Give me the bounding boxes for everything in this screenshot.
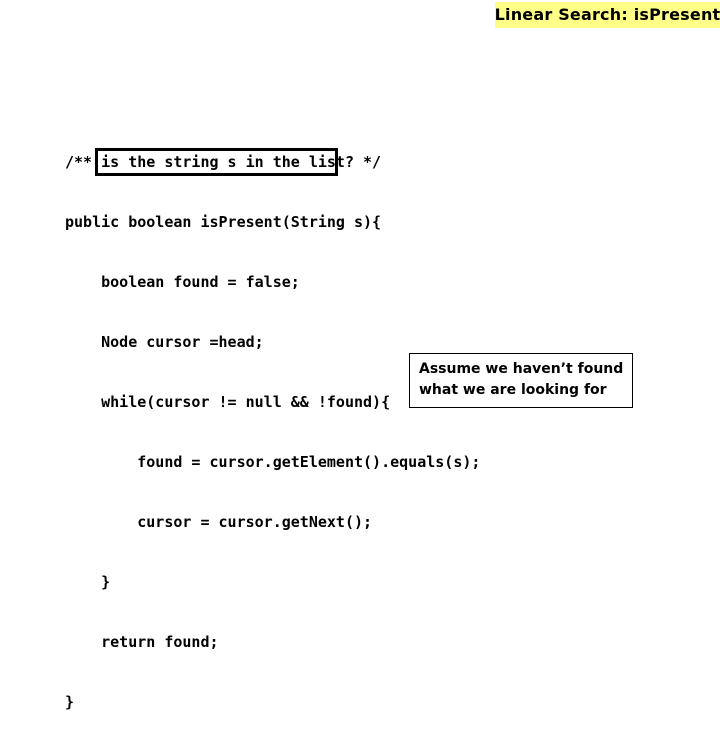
code-line: } — [65, 573, 111, 591]
code-line: found = cursor.getElement().equals(s); — [65, 453, 481, 471]
annotation-callout-box: Assume we haven’t found what we are look… — [409, 353, 633, 408]
slide-title-text: Linear Search: isPresent — [494, 5, 720, 24]
code-highlight-rectangle — [95, 148, 338, 176]
callout-line: what we are looking for — [419, 382, 607, 398]
code-line: public boolean isPresent(String s){ — [65, 213, 382, 231]
code-line: Node cursor =head; — [65, 333, 264, 351]
code-line: boolean found = false; — [65, 273, 300, 291]
code-listing: /** is the string s in the list? */ publ… — [65, 112, 480, 752]
code-line: } — [65, 693, 75, 711]
code-line: cursor = cursor.getNext(); — [65, 513, 373, 531]
code-line: return found; — [65, 633, 219, 651]
callout-line: Assume we haven’t found — [419, 361, 624, 377]
slide-canvas: Linear Search: isPresent /** is the stri… — [0, 0, 720, 711]
slide-title-banner: Linear Search: isPresent — [495, 2, 720, 28]
